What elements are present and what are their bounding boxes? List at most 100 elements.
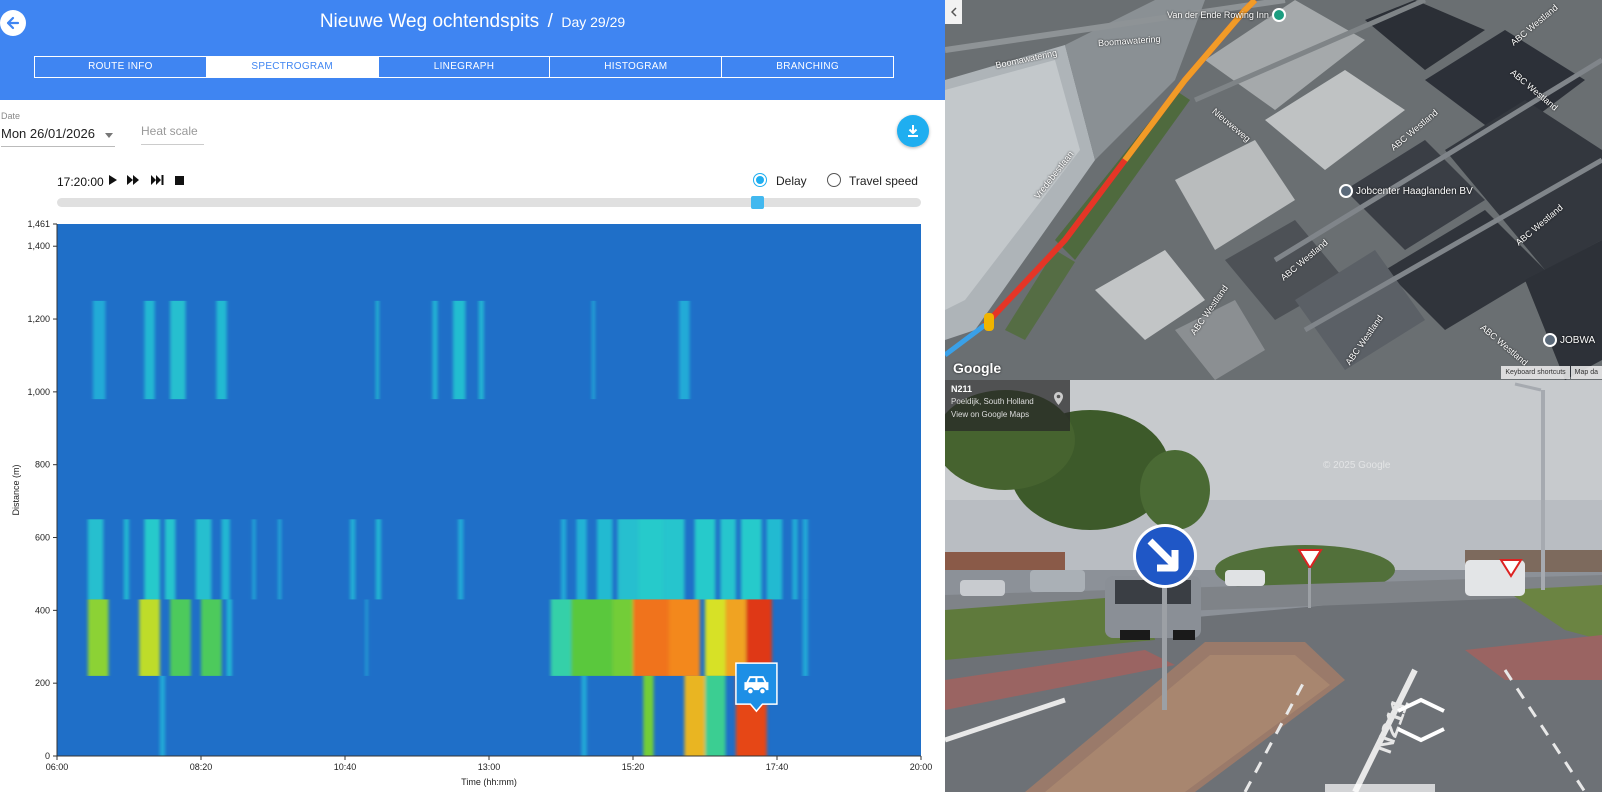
heatmap-cell	[694, 519, 716, 600]
tab-branching[interactable]: BRANCHING	[722, 57, 893, 77]
tab-bar: ROUTE INFO SPECTROGRAM LINEGRAPH HISTOGR…	[34, 56, 894, 78]
keyboard-shortcuts-link[interactable]: Keyboard shortcuts	[1501, 366, 1570, 379]
heatmap-cell	[87, 519, 104, 600]
map-pin-icon[interactable]	[1054, 392, 1063, 405]
play-button[interactable]	[105, 172, 121, 188]
chevron-down-icon	[105, 133, 113, 138]
y-tick-label: 400	[35, 605, 50, 615]
time-slider[interactable]	[57, 196, 921, 209]
delay-radio[interactable]	[753, 173, 767, 187]
view-on-google-maps-link[interactable]: View on Google Maps	[951, 410, 1029, 419]
heatmap-cell	[201, 599, 222, 676]
heatmap-cell	[93, 300, 106, 400]
header-bar: Nieuwe Weg ochtendspits / Day 29/29 ROUT…	[0, 0, 945, 100]
heatmap-cell	[617, 519, 639, 600]
heatmap-cell	[144, 519, 160, 600]
chevron-left-icon	[950, 7, 957, 17]
route-title: Nieuwe Weg ochtendspits	[319, 11, 540, 32]
heatmap-cell	[195, 519, 212, 600]
y-axis-title: Distance (m)	[11, 464, 21, 515]
date-label: Date	[1, 111, 21, 121]
heatmap-cell	[561, 519, 567, 600]
page-title: Nieuwe Weg ochtendspits / Day 29/29	[0, 11, 945, 33]
heatmap-cell	[576, 519, 587, 600]
heatmap-cell	[375, 300, 379, 400]
heatmap-cell	[597, 519, 613, 600]
current-position-marker[interactable]	[735, 662, 778, 713]
tab-spectrogram[interactable]: SPECTROGRAM	[206, 57, 379, 77]
poi-label: Van der Ende Rowing Inn	[1167, 10, 1269, 20]
heatmap-cell	[705, 675, 726, 756]
x-tick-label: 06:00	[46, 762, 69, 772]
x-tick-label: 10:40	[334, 762, 357, 772]
move-forward-arrow-icon[interactable]	[1396, 697, 1446, 713]
heatmap-cell	[458, 519, 464, 600]
heatmap-cell	[252, 519, 256, 600]
x-tick-label: 15:20	[622, 762, 645, 772]
play-icon	[109, 175, 117, 185]
x-axis-title: Time (hh:mm)	[461, 777, 517, 787]
heatmap-cell	[705, 599, 726, 676]
download-button[interactable]	[897, 115, 929, 147]
date-select[interactable]: Mon 26/01/2026	[1, 126, 115, 147]
heat-scale-input[interactable]: Heat scale	[141, 124, 204, 145]
heatmap-cell	[87, 599, 109, 676]
pegman-icon[interactable]	[984, 313, 994, 331]
heatmap-cell	[581, 675, 587, 756]
time-slider-thumb[interactable]	[750, 196, 764, 209]
move-back-arrow-icon[interactable]	[1396, 727, 1446, 743]
poi-label: Jobcenter Haaglanden BV	[1356, 185, 1473, 197]
x-tick-label: 08:20	[190, 762, 213, 772]
map-poi[interactable]: Jobcenter Haaglanden BV	[1339, 184, 1473, 198]
tab-histogram[interactable]: HISTOGRAM	[550, 57, 723, 77]
street-view-compass-bar[interactable]	[1325, 784, 1435, 792]
travel-speed-radio-label: Travel speed	[849, 174, 918, 188]
day-counter: Day 29/29	[561, 14, 626, 30]
heatmap-cell	[633, 599, 669, 676]
date-value: Mon 26/01/2026	[1, 126, 95, 141]
heatmap-cell	[432, 300, 438, 400]
heatmap-cell	[643, 675, 654, 756]
heatmap-cell	[216, 300, 227, 400]
heatmap-cell	[170, 300, 186, 400]
map-poi[interactable]: Van der Ende Rowing Inn	[1167, 8, 1286, 22]
fast-forward-button[interactable]	[125, 172, 141, 188]
heatmap-cell	[123, 519, 129, 600]
tab-route-info[interactable]: ROUTE INFO	[35, 57, 207, 77]
y-tick-label: 600	[35, 533, 50, 543]
poi-briefcase-icon	[1339, 184, 1353, 198]
street-view-info-card: N211 Poeldijk, South Holland View on Goo…	[945, 380, 1070, 431]
heatmap-cell	[375, 519, 381, 600]
heatmap-cell	[365, 599, 368, 676]
heatmap-cell	[170, 599, 191, 676]
travel-speed-radio[interactable]	[827, 173, 841, 187]
heatmap-cell	[802, 599, 808, 676]
street-view-place: Poeldijk, South Holland	[951, 397, 1034, 406]
skip-to-end-icon	[150, 175, 163, 185]
poi-briefcase-icon	[1543, 333, 1557, 347]
heatmap-cell	[226, 599, 232, 676]
heatmap-cell	[741, 519, 762, 600]
map-data-link[interactable]: Map da	[1570, 366, 1602, 379]
map-poi[interactable]: JOBWA	[1543, 333, 1595, 347]
map-footer: Keyboard shortcuts Map da	[1500, 366, 1602, 379]
y-tick-label: 800	[35, 460, 50, 470]
collapse-panel-button[interactable]	[945, 0, 962, 24]
x-tick-label: 20:00	[910, 762, 933, 772]
street-view[interactable]: N211 Poeldijk, South Holland View on Goo…	[945, 380, 1602, 792]
current-time: 17:20:00	[57, 175, 104, 189]
skip-to-end-button[interactable]	[149, 172, 165, 188]
heatmap-cell	[720, 519, 736, 600]
heatmap-cell	[165, 519, 176, 600]
heatmap-cell	[453, 300, 466, 400]
heatmap-cell	[802, 519, 808, 600]
tab-linegraph[interactable]: LINEGRAPH	[379, 57, 551, 77]
y-tick-label: 1,400	[27, 241, 50, 251]
satellite-map[interactable]: Boomawatering Boomawatering Vredebestlaa…	[945, 0, 1602, 380]
street-view-watermark: © 2025 Google	[1323, 460, 1391, 471]
stop-button[interactable]	[171, 172, 187, 188]
street-view-image	[945, 380, 1602, 792]
y-tick-label: 200	[35, 678, 50, 688]
heatmap-cell	[221, 519, 230, 600]
fast-forward-icon	[127, 175, 139, 185]
